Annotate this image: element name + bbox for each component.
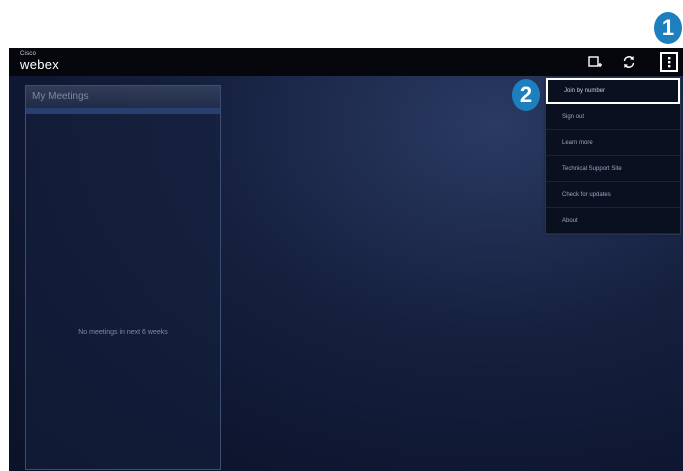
menu-item-join-by-number[interactable]: Join by number [546,78,680,104]
menu-item-learn-more[interactable]: Learn more [546,130,680,156]
menu-item-about[interactable]: About [546,208,680,234]
callout-badge-1: 1 [654,12,682,44]
my-meetings-panel: My Meetings No meetings in next 6 weeks [25,85,221,470]
empty-state-message: No meetings in next 6 weeks [78,329,168,336]
menu-item-sign-out[interactable]: Sign out [546,104,680,130]
overflow-menu-icon[interactable] [660,52,678,72]
logo-webex-text: webex [20,57,60,72]
menu-item-check-updates[interactable]: Check for updates [546,182,680,208]
panel-header-divider [26,108,220,114]
overflow-menu: Join by number Sign out Learn more Techn… [545,77,681,235]
panel-title: My Meetings [26,86,220,108]
menu-item-technical-support[interactable]: Technical Support Site [546,156,680,182]
tablet-screen: Cisco webex My Meetings No meetings in n… [9,48,683,471]
manual-page: Cisco webex My Meetings No meetings in n… [0,0,683,471]
add-meeting-icon[interactable] [587,54,603,70]
callout-badge-2: 2 [512,79,540,111]
refresh-icon[interactable] [621,54,637,70]
webex-logo: Cisco webex [20,51,59,71]
action-bar: Cisco webex [9,48,683,76]
